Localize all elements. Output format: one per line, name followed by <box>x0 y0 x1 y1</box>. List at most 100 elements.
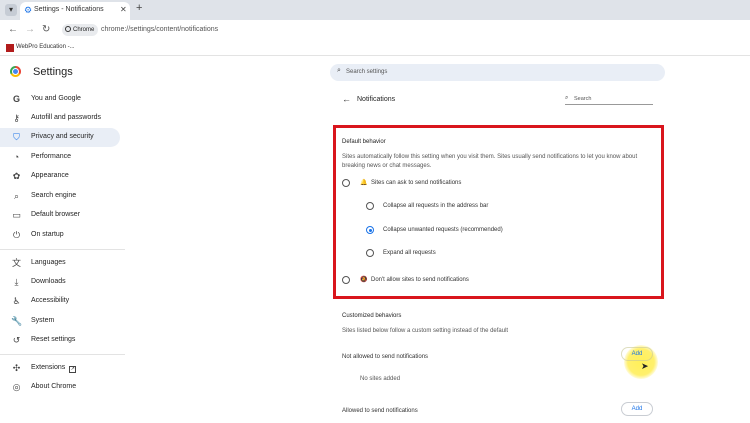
sidebar-item-label: Privacy and security <box>31 133 94 140</box>
allowed-label: Allowed to send notifications <box>342 408 418 414</box>
settings-gear-icon: ⚙ <box>24 5 33 15</box>
collapse-unwanted-label: Collapse unwanted requests (recommended) <box>383 227 503 233</box>
accessibility-icon: ♿ <box>12 296 21 306</box>
back-arrow-icon[interactable]: ← <box>342 94 351 104</box>
sidebar-item-label: Accessibility <box>31 297 70 304</box>
add-allowed-button[interactable]: Add <box>621 402 653 416</box>
shield-icon: ⛉ <box>13 132 20 142</box>
tab-search-icon[interactable]: ▾ <box>5 4 17 16</box>
sidebar-item-label: You and Google <box>31 95 81 102</box>
site-chip-label: Chrome <box>73 27 95 33</box>
webpro-favicon-icon <box>6 44 14 52</box>
radio-allow-ask[interactable] <box>342 179 350 187</box>
bookmark-webpro[interactable]: WebPro Education -... <box>16 44 75 50</box>
sidebar-item-languages[interactable]: 文 Languages <box>0 254 120 273</box>
address-bar: ← → ↻ Chrome chrome://settings/content/n… <box>0 20 750 41</box>
radio-collapse-all[interactable] <box>366 202 374 210</box>
sidebar-item-extensions[interactable]: ✣ Extensions ↗ <box>0 359 120 378</box>
sidebar-item-on-startup[interactable]: ⏻ On startup <box>0 226 120 245</box>
chrome-icon <box>65 26 71 32</box>
panel-header: ← Notifications ⌕ Search <box>331 89 665 114</box>
radio-collapse-unwanted[interactable] <box>366 226 374 234</box>
search-icon: ⌕ <box>13 191 20 201</box>
customized-behaviors-description: Sites listed below follow a custom setti… <box>342 328 509 334</box>
omnibox[interactable]: Chrome chrome://settings/content/notific… <box>58 22 750 39</box>
search-settings-input[interactable]: ⌕ Search settings <box>330 64 665 81</box>
default-behavior-highlight <box>333 125 664 299</box>
sidebar-item-label: Languages <box>31 259 66 266</box>
sidebar-divider <box>0 354 125 355</box>
tab-settings-notifications[interactable]: ⚙ Settings - Notifications ✕ <box>20 2 130 20</box>
sidebar-item-label: Reset settings <box>31 336 76 343</box>
allow-ask-label: Sites can ask to send notifications <box>371 180 462 186</box>
sidebar-item-autofill[interactable]: ⚷ Autofill and passwords <box>0 109 120 128</box>
key-icon: ⚷ <box>13 113 20 123</box>
open-in-new-icon: ↗ <box>69 366 77 373</box>
sidebar-item-you-and-google[interactable]: G You and Google <box>0 90 120 109</box>
search-icon: ⌕ <box>337 67 341 74</box>
new-tab-icon[interactable]: + <box>136 2 142 14</box>
collapse-all-label: Collapse all requests in the address bar <box>383 203 489 209</box>
sidebar-item-system[interactable]: 🔧 System <box>0 312 120 331</box>
tab-title: Settings - Notifications <box>34 6 104 13</box>
expand-all-label: Expand all requests <box>383 250 436 256</box>
customized-behaviors-heading: Customized behaviors <box>342 313 402 319</box>
puzzle-icon: ✣ <box>12 363 21 373</box>
sidebar-item-default-browser[interactable]: ▭ Default browser <box>0 206 120 225</box>
translate-icon: 文 <box>11 258 21 268</box>
sidebar-divider <box>0 249 125 250</box>
download-icon: ⤓ <box>14 277 19 287</box>
sidebar-item-search-engine[interactable]: ⌕ Search engine <box>0 187 120 206</box>
sidebar-item-label: Default browser <box>31 211 81 218</box>
close-tab-icon[interactable]: ✕ <box>120 5 127 14</box>
default-behavior-description: Sites automatically follow this setting … <box>342 154 638 169</box>
sidebar-item-privacy[interactable]: ⛉ Privacy and security <box>0 128 120 147</box>
sidebar-item-label: About Chrome <box>31 383 77 390</box>
power-icon: ⏻ <box>12 230 21 240</box>
add-not-allowed-button[interactable]: Add <box>621 347 653 361</box>
sidebar-item-label: Appearance <box>31 172 69 179</box>
settings-title: Settings <box>33 66 73 78</box>
url-text[interactable]: chrome://settings/content/notifications <box>101 26 218 33</box>
search-settings-placeholder: Search settings <box>346 69 388 75</box>
sidebar-item-accessibility[interactable]: ♿ Accessibility <box>0 292 120 311</box>
google-g-icon: G <box>12 94 20 104</box>
sidebar-item-downloads[interactable]: ⤓ Downloads <box>0 273 120 292</box>
dont-allow-label: Don't allow sites to send notifications <box>371 277 469 283</box>
sidebar-item-reset-settings[interactable]: ↺ Reset settings <box>0 331 120 350</box>
settings-header: Settings ⌕ Search settings <box>0 57 750 89</box>
no-sites-added: No sites added <box>360 376 401 382</box>
notifications-search-input[interactable]: ⌕ Search <box>565 93 653 105</box>
forward-arrow-icon[interactable]: → <box>25 24 35 35</box>
site-info-chip[interactable]: Chrome <box>62 24 99 36</box>
reload-icon[interactable]: ↻ <box>42 24 50 35</box>
sidebar-item-label: On startup <box>31 231 64 238</box>
bookmarks-bar: WebPro Education -... <box>0 41 750 56</box>
sidebar-item-label: Performance <box>31 153 72 160</box>
tab-strip: ▾ ⚙ Settings - Notifications ✕ + <box>0 0 750 20</box>
search-icon: ⌕ <box>565 95 569 101</box>
sidebar-item-extensions-wrap: Extensions ↗ <box>31 364 77 373</box>
reset-icon: ↺ <box>12 335 21 345</box>
sidebar-item-appearance[interactable]: ✿ Appearance <box>0 167 120 186</box>
sidebar-item-performance[interactable]: ◔ Performance <box>0 148 120 167</box>
back-arrow-icon[interactable]: ← <box>8 24 18 35</box>
mouse-pointer-icon: ➤ <box>641 361 649 371</box>
browser-window-icon: ▭ <box>12 210 21 220</box>
not-allowed-label: Not allowed to send notifications <box>342 354 429 360</box>
wrench-icon: 🔧 <box>11 316 23 326</box>
sidebar-item-label: Autofill and passwords <box>31 114 102 121</box>
sidebar-item-label: Extensions <box>31 364 66 371</box>
bell-icon: 🔔 <box>360 180 368 186</box>
notifications-search-placeholder: Search <box>574 96 592 102</box>
chrome-icon: ◎ <box>12 382 21 392</box>
sidebar-item-label: System <box>31 317 55 324</box>
sidebar-item-label: Downloads <box>31 278 66 285</box>
speedometer-icon: ◔ <box>13 152 20 162</box>
default-behavior-heading: Default behavior <box>342 139 386 145</box>
radio-expand-all[interactable] <box>366 249 374 257</box>
sidebar-item-about-chrome[interactable]: ◎ About Chrome <box>0 378 120 397</box>
page-title: Notifications <box>357 96 396 103</box>
palette-icon: ✿ <box>12 171 21 181</box>
radio-dont-allow[interactable] <box>342 276 350 284</box>
